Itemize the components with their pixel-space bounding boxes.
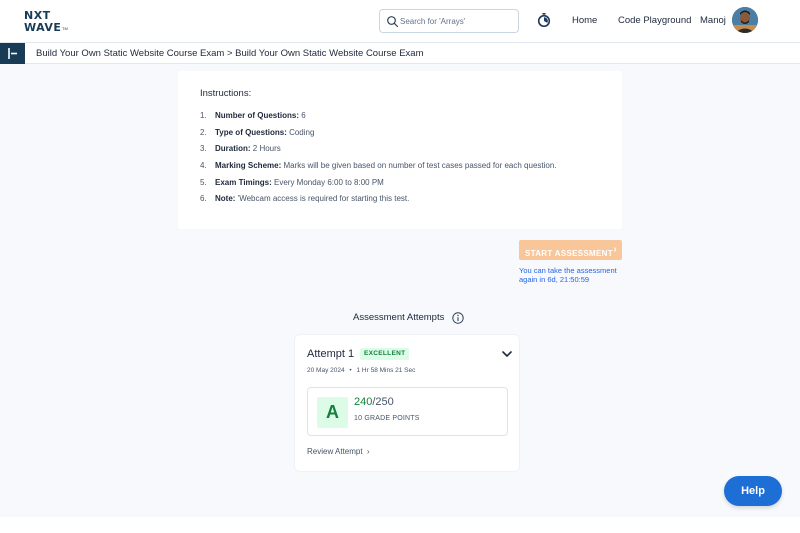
score-value: 240 bbox=[354, 396, 373, 408]
attempt-duration: 1 Hr 58 Mins 21 Sec bbox=[356, 367, 416, 374]
grade-badge: A bbox=[317, 397, 348, 428]
attempts-title: Assessment Attempts bbox=[353, 312, 445, 323]
instruction-item: 2. Type of Questions: Coding bbox=[200, 128, 314, 137]
instruction-item: 3. Duration: 2 Hours bbox=[200, 144, 281, 153]
nxtwave-logo[interactable]: NXT WAVE TM bbox=[24, 9, 72, 34]
help-button[interactable]: Help bbox=[724, 476, 782, 506]
score: 240/250 bbox=[354, 396, 394, 408]
instruction-label: Duration: bbox=[215, 144, 251, 153]
meta-separator: • bbox=[349, 367, 352, 374]
instruction-label: Exam Timings: bbox=[215, 178, 272, 187]
instruction-item: 1. Number of Questions: 6 bbox=[200, 111, 306, 120]
sidebar-toggle-button[interactable] bbox=[0, 43, 25, 64]
instruction-value: 6 bbox=[299, 111, 306, 120]
status-badge: EXCELLENT bbox=[360, 348, 410, 360]
instruction-number: 1. bbox=[200, 111, 207, 120]
instruction-value: Marks will be given based on number of t… bbox=[281, 161, 557, 170]
instruction-number: 5. bbox=[200, 178, 207, 187]
instruction-value: 2 Hours bbox=[250, 144, 281, 153]
attempt-date: 20 May 2024 bbox=[307, 367, 345, 374]
avatar[interactable] bbox=[732, 7, 758, 33]
score-total: /250 bbox=[372, 396, 394, 408]
instruction-value: 'Webcam access is required for starting … bbox=[235, 194, 410, 203]
start-assessment-button[interactable]: START ASSESSMENT › bbox=[519, 240, 622, 260]
breadcrumb[interactable]: Build Your Own Static Website Course Exa… bbox=[36, 48, 424, 59]
instruction-label: Marking Scheme: bbox=[215, 161, 282, 170]
breadcrumb-bar: Build Your Own Static Website Course Exa… bbox=[0, 43, 800, 64]
instruction-value: Every Monday 6:00 to 8:00 PM bbox=[271, 178, 384, 187]
sidebar-expand-icon bbox=[8, 48, 17, 59]
chevron-right-icon: › bbox=[613, 244, 617, 255]
page-footer bbox=[0, 517, 800, 533]
review-attempt-label: Review Attempt bbox=[307, 447, 363, 456]
nav-home-link[interactable]: Home bbox=[572, 15, 597, 26]
instruction-item: 4. Marking Scheme: Marks will be given ba… bbox=[200, 161, 557, 170]
search-box[interactable] bbox=[379, 9, 519, 33]
instruction-item: 6. Note: 'Webcam access is required for s… bbox=[200, 194, 409, 203]
attempt-label: Attempt 1 bbox=[307, 348, 355, 360]
instruction-number: 2. bbox=[200, 128, 207, 137]
username[interactable]: Manoj bbox=[700, 15, 726, 26]
instruction-label: Type of Questions: bbox=[215, 128, 287, 137]
attempt-meta: 20 May 2024 • 1 Hr 58 Mins 21 Sec bbox=[307, 367, 415, 374]
logo-text-line2: WAVE bbox=[24, 21, 62, 34]
info-icon[interactable] bbox=[452, 312, 464, 324]
avatar-image bbox=[732, 7, 758, 33]
search-input[interactable] bbox=[400, 13, 514, 29]
attempt-card: Attempt 1 EXCELLENT 20 May 2024 • 1 Hr 5… bbox=[294, 334, 520, 472]
nav-code-playground-link[interactable]: Code Playground bbox=[618, 15, 691, 26]
search-icon bbox=[387, 16, 399, 28]
instructions-card: Instructions: 1. Number of Questions: 6 2… bbox=[178, 71, 622, 229]
instruction-value: Coding bbox=[286, 128, 315, 137]
chevron-right-icon: › bbox=[366, 447, 370, 456]
start-assessment-label: START ASSESSMENT bbox=[525, 248, 613, 258]
instruction-label: Number of Questions: bbox=[215, 111, 300, 120]
review-attempt-link[interactable]: Review Attempt › bbox=[307, 447, 369, 456]
top-header: NXT WAVE TM Home Code Playground Manoj bbox=[0, 0, 800, 43]
instruction-number: 4. bbox=[200, 161, 207, 170]
retake-countdown-note: You can take the assessment again in 6d,… bbox=[519, 266, 617, 284]
chevron-down-icon[interactable] bbox=[501, 349, 513, 359]
instruction-label: Note: bbox=[215, 194, 236, 203]
instructions-title: Instructions: bbox=[200, 88, 252, 99]
score-box: A 240/250 10 GRADE POINTS bbox=[307, 387, 508, 436]
stopwatch-icon[interactable] bbox=[537, 13, 551, 27]
logo-trademark: TM bbox=[62, 26, 68, 31]
instruction-number: 6. bbox=[200, 194, 207, 203]
instruction-number: 3. bbox=[200, 144, 207, 153]
grade-points: 10 GRADE POINTS bbox=[354, 415, 420, 422]
instruction-item: 5. Exam Timings: Every Monday 6:00 to 8:0… bbox=[200, 178, 384, 187]
